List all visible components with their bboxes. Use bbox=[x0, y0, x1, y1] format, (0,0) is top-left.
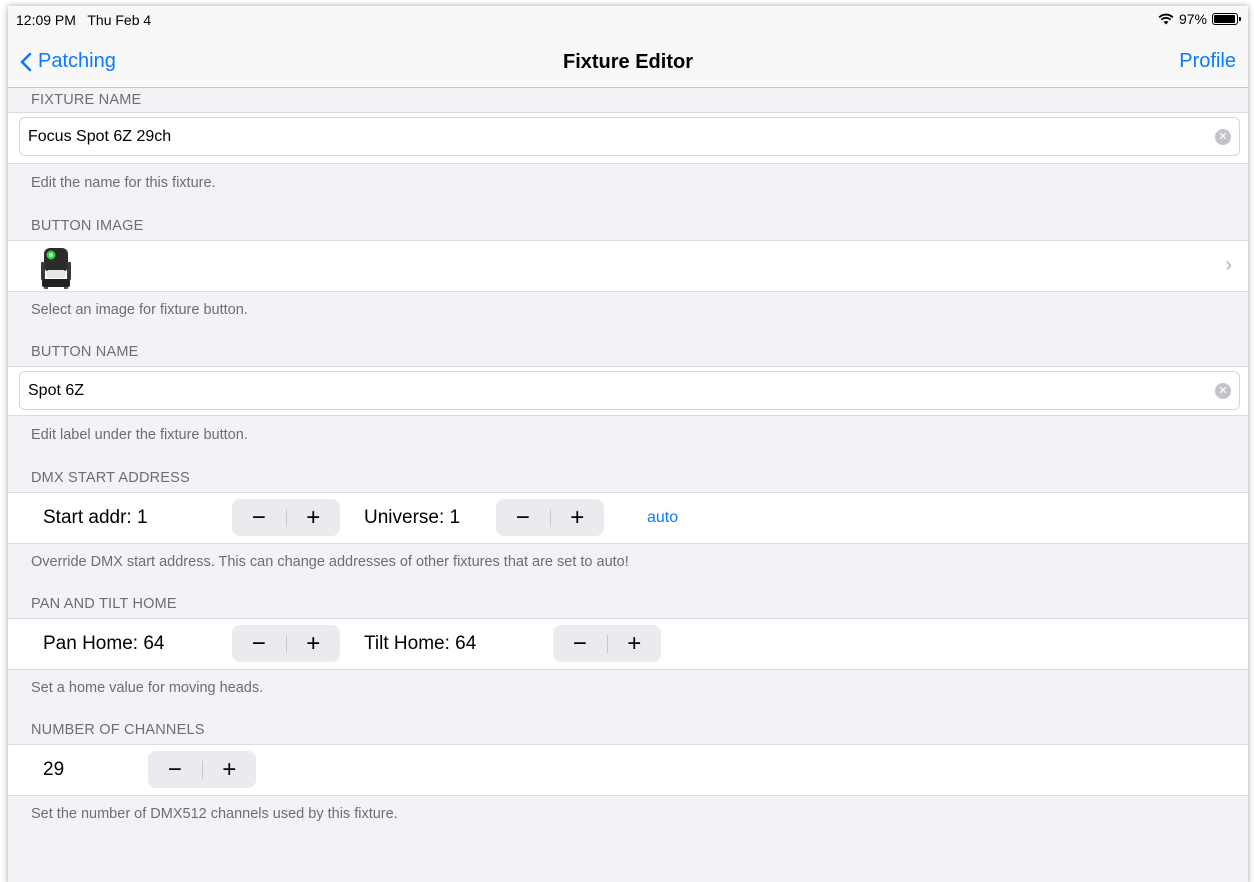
back-button[interactable]: Patching bbox=[20, 50, 116, 73]
status-date: Thu Feb 4 bbox=[87, 12, 152, 28]
pan-tilt-row: Pan Home: 64 − + Tilt Home: 64 − + bbox=[8, 618, 1248, 670]
button-image-footer: Select an image for fixture button. bbox=[31, 302, 248, 318]
pan-home-label: Pan Home: 64 bbox=[43, 633, 165, 654]
wifi-icon bbox=[1158, 13, 1174, 25]
fixture-name-header: FIXTURE NAME bbox=[31, 92, 142, 108]
settings-form: FIXTURE NAME ✕ Edit the name for this fi… bbox=[8, 88, 1248, 832]
dmx-start-row: Start addr: 1 − + Universe: 1 − + auto bbox=[8, 492, 1248, 544]
auto-address-button[interactable]: auto bbox=[647, 493, 678, 543]
pan-home-stepper: − + bbox=[232, 625, 340, 662]
profile-button[interactable]: Profile bbox=[1179, 50, 1236, 73]
battery-percent: 97% bbox=[1178, 11, 1207, 27]
fixture-name-input[interactable] bbox=[28, 118, 1188, 155]
pan-home-increment-button[interactable]: + bbox=[286, 625, 340, 662]
battery-fill bbox=[1214, 15, 1236, 23]
fixture-name-field-box: ✕ bbox=[19, 117, 1240, 156]
status-clock: 12:09 PM bbox=[16, 12, 76, 28]
page-title: Fixture Editor bbox=[562, 51, 693, 73]
dmx-start-header: DMX START ADDRESS bbox=[31, 470, 190, 486]
battery-icon bbox=[1212, 13, 1241, 25]
navigation-bar: Patching Fixture Editor Profile bbox=[8, 32, 1248, 88]
button-image-row[interactable]: › bbox=[8, 240, 1248, 292]
pan-tilt-footer: Set a home value for moving heads. bbox=[31, 680, 264, 696]
universe-decrement-button[interactable]: − bbox=[496, 499, 550, 536]
fixture-name-row: ✕ bbox=[8, 112, 1248, 164]
clear-button-name-icon[interactable]: ✕ bbox=[1215, 383, 1231, 399]
channels-footer: Set the number of DMX512 channels used b… bbox=[31, 806, 398, 822]
tilt-home-label: Tilt Home: 64 bbox=[364, 633, 477, 654]
chevron-right-icon: › bbox=[1225, 254, 1232, 276]
back-button-label: Patching bbox=[38, 50, 116, 72]
button-name-input[interactable] bbox=[28, 372, 1188, 409]
universe-stepper: − + bbox=[496, 499, 604, 536]
channels-row: 29 − + bbox=[8, 744, 1248, 796]
universe-increment-button[interactable]: + bbox=[550, 499, 604, 536]
clear-fixture-name-icon[interactable]: ✕ bbox=[1215, 129, 1231, 145]
universe-label: Universe: 1 bbox=[364, 507, 461, 528]
status-bar: 12:09 PM Thu Feb 4 97% bbox=[8, 6, 1248, 32]
status-time: 12:09 PM Thu Feb 4 bbox=[16, 12, 151, 28]
pan-tilt-header: PAN AND TILT HOME bbox=[31, 596, 177, 612]
button-image-header: BUTTON IMAGE bbox=[31, 218, 144, 234]
start-address-stepper: − + bbox=[232, 499, 340, 536]
tilt-home-decrement-button[interactable]: − bbox=[553, 625, 607, 662]
channels-value: 29 bbox=[43, 759, 65, 780]
channels-stepper: − + bbox=[148, 751, 256, 788]
button-name-row: ✕ bbox=[8, 366, 1248, 416]
chevron-left-icon bbox=[20, 52, 32, 71]
start-address-decrement-button[interactable]: − bbox=[232, 499, 286, 536]
fixture-name-footer: Edit the name for this fixture. bbox=[31, 175, 216, 191]
button-name-footer: Edit label under the fixture button. bbox=[31, 427, 248, 443]
tilt-home-stepper: − + bbox=[553, 625, 661, 662]
dmx-start-footer: Override DMX start address. This can cha… bbox=[31, 554, 629, 570]
channels-increment-button[interactable]: + bbox=[202, 751, 256, 788]
tilt-home-increment-button[interactable]: + bbox=[607, 625, 661, 662]
start-address-increment-button[interactable]: + bbox=[286, 499, 340, 536]
button-name-field-box: ✕ bbox=[19, 371, 1240, 410]
moving-head-fixture-icon bbox=[41, 248, 71, 289]
start-address-label: Start addr: 1 bbox=[43, 507, 148, 528]
channels-header: NUMBER OF CHANNELS bbox=[31, 722, 205, 738]
button-name-header: BUTTON NAME bbox=[31, 344, 139, 360]
channels-decrement-button[interactable]: − bbox=[148, 751, 202, 788]
status-indicators: 97% bbox=[1158, 11, 1241, 27]
ipad-screen: 12:09 PM Thu Feb 4 97% Patching Fixture … bbox=[8, 6, 1248, 882]
pan-home-decrement-button[interactable]: − bbox=[232, 625, 286, 662]
